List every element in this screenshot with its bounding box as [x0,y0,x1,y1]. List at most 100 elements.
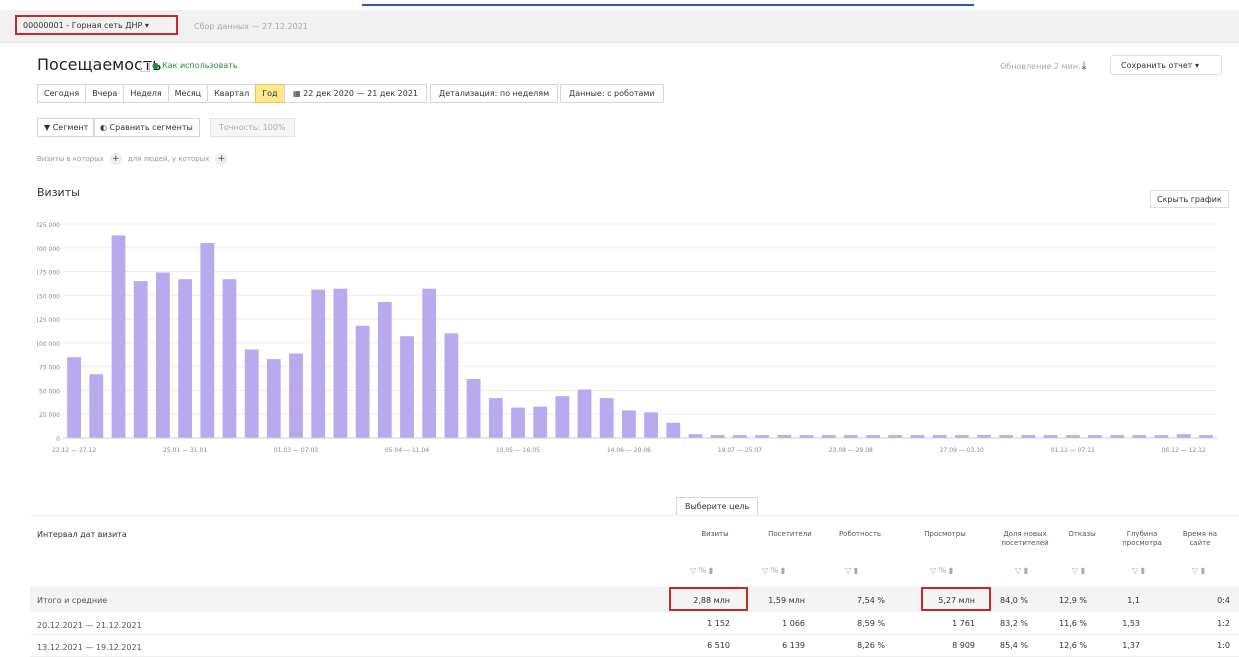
chart-bar[interactable] [67,357,81,438]
chart-bar[interactable] [333,288,348,438]
cell: 83,2 % [1000,619,1028,628]
sort-controls[interactable]: ▽ % ▮ [930,566,953,575]
how-to-use-link[interactable]: Как использовать [152,61,238,70]
cell: 1,37 [1122,641,1140,650]
chart-bar[interactable] [511,407,525,438]
goal-select[interactable]: Выберите цель [676,497,759,516]
chart-bar[interactable] [222,279,237,438]
col-robots[interactable]: Роботность [830,530,890,539]
segment-button[interactable]: ▼ Сегмент [37,118,96,137]
top-link-underline[interactable] [362,0,974,6]
total-robots: 7,54 % [857,596,885,605]
chart-bar[interactable] [599,398,614,438]
group-people-label: для людей, у которых [127,155,210,163]
chart-bar[interactable] [488,398,503,438]
chart-bar[interactable] [1176,434,1191,438]
row-label: 20.12.2021 — 21.12.2021 [37,621,142,630]
chart-bar[interactable] [466,379,481,438]
sample-select[interactable]: Точность: 100% [210,118,295,137]
col-bounces[interactable]: Отказы [1052,530,1112,539]
chart-bar[interactable] [577,389,592,439]
calendar-icon: ▦ [293,89,304,98]
period-yesterday[interactable]: Вчера [85,84,125,103]
x-tick-label: 01.11 — 07.11 [1051,447,1095,454]
sort-controls[interactable]: ▽ % ▮ [762,566,785,575]
sort-controls[interactable]: ▽ % ▮ [690,566,713,575]
chart-bar[interactable] [355,325,370,438]
chart-bar[interactable] [377,302,392,438]
highlight-views [921,587,991,611]
sort-controls[interactable]: ▽ ▮ [1192,566,1205,575]
chart-bar[interactable] [111,235,126,438]
chart-bar[interactable] [133,281,148,438]
cell: 8 909 [952,641,975,650]
download-icon[interactable]: ⤓ [1075,57,1093,75]
detail-select[interactable]: Детализация: по неделям [430,84,559,103]
visits-chart: 0 25 000 50 000 75 000 100 000 125 000 150 000… [37,222,1217,454]
chart-bar[interactable] [444,333,459,438]
x-tick-label: 19.07 — 25.07 [718,447,762,454]
chart-bar[interactable] [400,336,414,438]
chart-bar[interactable] [200,243,215,438]
cell: 8,26 % [857,641,885,650]
chart-bar[interactable] [666,422,681,438]
chart-bar[interactable] [266,359,281,438]
date-range-picker[interactable]: ▦ 22 дек 2020 — 21 дек 2021 [284,84,428,103]
chart-bar[interactable] [533,406,548,438]
period-today[interactable]: Сегодня [37,84,87,103]
sort-controls[interactable]: ▽ ▮ [845,566,858,575]
save-report-button[interactable]: Сохранить отчет ▾ [1110,55,1222,75]
chart-bar[interactable] [289,353,303,438]
col-new-share[interactable]: Доля новых посетителей [995,530,1055,548]
add-people-condition-icon[interactable]: + [215,153,228,165]
col-visitors[interactable]: Посетители [760,530,820,539]
y-tick-label: 200 000 [37,246,60,253]
cell: 1 066 [782,619,805,628]
total-visitors: 1,59 млн [768,596,805,605]
group-visits-label: Визиты в которых [37,155,104,163]
total-time: 0:4 [1217,596,1230,605]
period-month[interactable]: Месяц [167,84,209,103]
chart-bar[interactable] [178,279,192,438]
chart-bar[interactable] [644,412,658,438]
sort-controls[interactable]: ▽ ▮ [1132,566,1145,575]
y-tick-label: 225 000 [37,222,60,229]
x-tick-label: 27.09 — 03.10 [940,447,984,454]
x-tick-label: 22.12 — 27.12 [52,447,96,454]
sort-controls[interactable]: ▽ ▮ [1015,566,1028,575]
chart-bar[interactable] [244,349,259,439]
counter-select[interactable]: 00000001 - Горная сеть ДНР ▾ [15,15,178,35]
x-tick-label: 05.04 — 11.04 [385,447,429,454]
highlight-visits [669,587,748,611]
y-tick-label: 50 000 [39,388,60,395]
chart-bar[interactable] [89,374,104,438]
chart-bar[interactable] [688,434,703,438]
chart-bar[interactable] [156,272,170,439]
col-visits[interactable]: Визиты [685,530,745,539]
period-year[interactable]: Год [255,84,285,103]
dimension-header[interactable]: Интервал дат визита [37,530,127,539]
sort-controls[interactable]: ▽ ▮ [1072,566,1085,575]
x-tick-label: 06.12 — 12.12 [1162,447,1206,454]
col-depth[interactable]: Глубина просмотра [1112,530,1172,548]
compare-segments-button[interactable]: ◐ Сравнить сегменты [93,118,200,137]
y-tick-label: 175 000 [37,270,60,277]
chart-bar[interactable] [422,288,437,438]
period-selector: Сегодня Вчера Неделя Месяц Квартал Год [37,84,285,103]
robots-select[interactable]: Данные: с роботами [560,84,664,103]
row-label: 13.12.2021 — 19.12.2021 [37,643,142,652]
totals-label: Итого и средние [37,596,108,605]
col-time[interactable]: Время на сайте [1175,530,1225,548]
period-week[interactable]: Неделя [123,84,169,103]
col-views[interactable]: Просмотры [915,530,975,539]
x-tick-label: 23.08 — 29.08 [829,447,873,454]
chart-title: Визиты [37,186,80,199]
chart-bar[interactable] [555,396,570,438]
chart-bar[interactable] [311,289,326,438]
help-icon[interactable] [140,62,150,72]
add-visit-condition-icon[interactable]: + [109,153,122,165]
hide-chart-button[interactable]: Скрыть график [1150,190,1229,208]
period-quarter[interactable]: Квартал [207,84,257,103]
y-tick-label: 125 000 [37,317,60,324]
chart-bar[interactable] [622,410,636,438]
